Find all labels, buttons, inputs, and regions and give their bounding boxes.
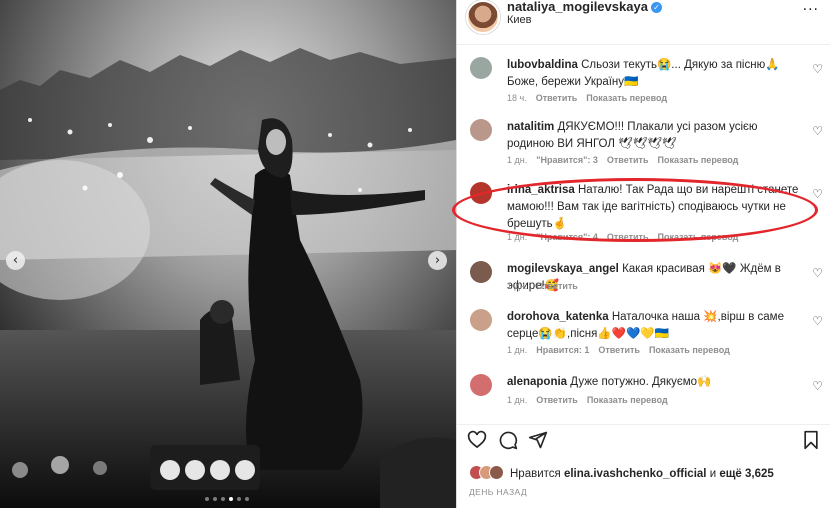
comment-username[interactable]: natalitim xyxy=(507,121,554,133)
like-comment-heart-icon[interactable]: ♡ xyxy=(812,124,823,138)
author-username[interactable]: nataliya_mogilevskaya ✓ xyxy=(507,0,662,14)
comment-like-count[interactable]: "Нравится": 4 xyxy=(536,232,598,242)
reply-button[interactable]: Ответить xyxy=(536,93,578,103)
comment-time: 18 ч. xyxy=(507,93,527,103)
comment-avatar[interactable] xyxy=(470,374,492,396)
comment-like-count[interactable]: Нравится: 1 xyxy=(536,345,589,355)
show-translation-button[interactable]: Показать перевод xyxy=(586,93,667,103)
comment-text: dorohova_katenka Наталочка наша 💥,вірш в… xyxy=(507,309,803,343)
liker-username[interactable]: elina.ivashchenko_official xyxy=(564,468,707,480)
comment-avatar[interactable] xyxy=(470,57,492,79)
more-options-icon[interactable]: ··· xyxy=(803,2,819,18)
liker-avatar xyxy=(489,465,504,480)
share-send-icon[interactable] xyxy=(528,430,548,450)
reply-button[interactable]: Ответить xyxy=(607,155,649,165)
likes-count[interactable]: ещё 3,625 xyxy=(719,468,773,480)
author-avatar[interactable] xyxy=(466,0,500,34)
comment-username[interactable]: mogilevskaya_angel xyxy=(507,263,619,275)
carousel-dot xyxy=(237,497,241,501)
post-side-panel: nataliya_mogilevskaya ✓ Киев ··· lubovbal… xyxy=(456,0,830,508)
comment-avatar[interactable] xyxy=(470,309,492,331)
like-comment-heart-icon[interactable]: ♡ xyxy=(812,314,823,328)
like-comment-heart-icon[interactable]: ♡ xyxy=(812,266,823,280)
show-translation-button[interactable]: Показать перевод xyxy=(657,232,738,242)
carousel-dots xyxy=(205,497,249,501)
concert-photo xyxy=(0,0,456,508)
comment-meta: 1 дн. Ответить Показать перевод xyxy=(507,395,677,405)
comment-avatar[interactable] xyxy=(470,119,492,141)
comment-time: 1 дн. xyxy=(507,155,528,165)
likes-summary: Нравится elina.ivashchenko_official и ещ… xyxy=(469,465,774,480)
comment-username[interactable]: dorohova_katenka xyxy=(507,311,609,323)
comment-username[interactable]: alenaponia xyxy=(507,376,567,388)
comment-text: alenaponia Дуже потужно. Дякуємо🙌 xyxy=(507,374,803,391)
comment-meta: 1 дн. "Нравится": 3 Ответить Показать перев… xyxy=(507,155,747,165)
comment-time: 1 дн. xyxy=(507,395,528,405)
comment-avatar[interactable] xyxy=(470,182,492,204)
comment-text: irina_aktrisa Наталю! Так Рада що ви нар… xyxy=(507,182,803,233)
carousel-dot-active xyxy=(229,497,233,501)
reply-button[interactable]: Ответить xyxy=(607,232,649,242)
comment-time: 1 дн. xyxy=(507,345,528,355)
likes-prefix: Нравится xyxy=(510,468,561,480)
carousel-dot xyxy=(245,497,249,501)
comments-list: lubovbaldina Сльози текуть😭... Дякую за … xyxy=(457,44,830,424)
likes-and: и xyxy=(709,468,717,480)
reply-button[interactable]: Ответить xyxy=(536,395,578,405)
carousel-dot xyxy=(205,497,209,501)
comment-username[interactable]: lubovbaldina xyxy=(507,59,578,71)
comment-like-count[interactable]: "Нравится": 3 xyxy=(536,155,598,165)
like-heart-icon[interactable] xyxy=(467,430,487,450)
comment-avatar[interactable] xyxy=(470,261,492,283)
comment-text: natalitim ДЯКУЄМО!!! Плакали усі разом у… xyxy=(507,119,803,153)
like-comment-heart-icon[interactable]: ♡ xyxy=(812,187,823,201)
reply-button[interactable]: Ответить xyxy=(598,345,640,355)
show-translation-button[interactable]: Показать перевод xyxy=(649,345,730,355)
comment-username[interactable]: irina_aktrisa xyxy=(507,184,575,196)
carousel-dot xyxy=(213,497,217,501)
comment-meta: 1 дн. "Нравится": 4 Ответить Показать перев… xyxy=(507,232,747,242)
comment-time: 1 дн. xyxy=(507,281,528,291)
comment-bubble-icon[interactable] xyxy=(498,430,518,450)
comment-meta: 18 ч. Ответить Показать перевод xyxy=(507,93,676,103)
next-image-icon[interactable]: › xyxy=(428,251,447,270)
comment-text: lubovbaldina Сльози текуть😭... Дякую за … xyxy=(507,57,803,91)
comment-meta: 1 дн. Ответить xyxy=(507,281,587,291)
carousel-dot xyxy=(221,497,225,501)
comment-time: 1 дн. xyxy=(507,232,528,242)
show-translation-button[interactable]: Показать перевод xyxy=(587,395,668,405)
verified-badge-icon: ✓ xyxy=(650,2,662,13)
author-username-text[interactable]: nataliya_mogilevskaya xyxy=(507,0,648,14)
post-location[interactable]: Киев xyxy=(507,14,532,26)
save-bookmark-icon[interactable] xyxy=(801,430,821,450)
comment-meta: 1 дн. Нравится: 1 Ответить Показать перевод xyxy=(507,345,739,355)
post-photo: ‹ › xyxy=(0,0,456,508)
post-time[interactable]: ДЕНЬ НАЗАД xyxy=(469,487,527,497)
post-header: nataliya_mogilevskaya ✓ Киев ··· xyxy=(457,0,830,45)
post-actions-bar: Нравится elina.ivashchenko_official и ещ… xyxy=(457,424,830,509)
reply-button[interactable]: Ответить xyxy=(536,281,578,291)
like-comment-heart-icon[interactable]: ♡ xyxy=(812,379,823,393)
previous-image-icon[interactable]: ‹ xyxy=(6,251,25,270)
show-translation-button[interactable]: Показать перевод xyxy=(657,155,738,165)
like-comment-heart-icon[interactable]: ♡ xyxy=(812,62,823,76)
comment-body: Дуже потужно. Дякуємо🙌 xyxy=(570,376,712,388)
